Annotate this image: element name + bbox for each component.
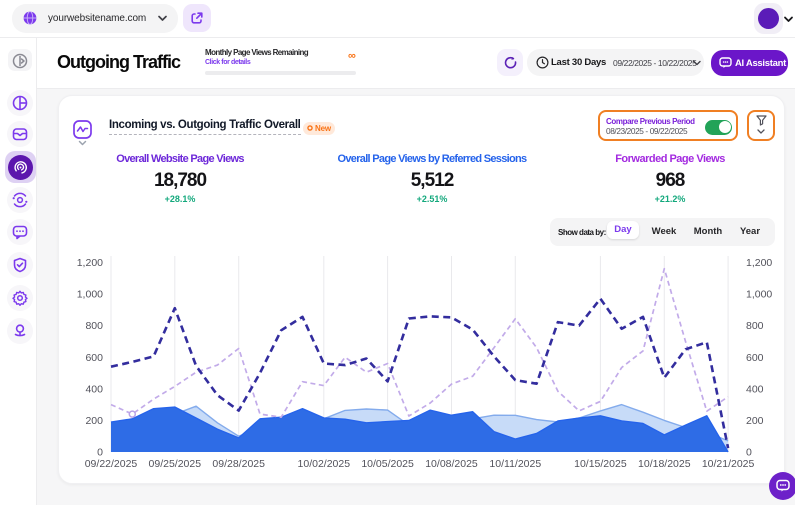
svg-text:1,000: 1,000 [746, 289, 772, 301]
svg-text:09/25/2025: 09/25/2025 [149, 458, 202, 470]
svg-text:200: 200 [746, 415, 764, 427]
svg-text:400: 400 [85, 383, 103, 395]
svg-text:10/15/2025: 10/15/2025 [574, 458, 627, 470]
svg-text:800: 800 [85, 320, 103, 332]
svg-text:200: 200 [85, 415, 103, 427]
svg-text:10/08/2025: 10/08/2025 [425, 458, 478, 470]
svg-text:600: 600 [746, 352, 764, 364]
svg-text:400: 400 [746, 383, 764, 395]
svg-text:09/22/2025: 09/22/2025 [85, 458, 138, 470]
svg-text:800: 800 [746, 320, 764, 332]
svg-text:1,200: 1,200 [77, 257, 103, 269]
svg-text:1,000: 1,000 [77, 289, 103, 301]
svg-text:10/18/2025: 10/18/2025 [638, 458, 691, 470]
svg-text:10/05/2025: 10/05/2025 [361, 458, 414, 470]
svg-text:0: 0 [97, 447, 103, 459]
svg-text:0: 0 [746, 447, 752, 459]
svg-text:10/11/2025: 10/11/2025 [489, 458, 541, 470]
svg-text:10/21/2025: 10/21/2025 [702, 458, 755, 470]
svg-text:1,200: 1,200 [746, 257, 772, 269]
svg-text:600: 600 [85, 352, 103, 364]
svg-text:09/28/2025: 09/28/2025 [212, 458, 265, 470]
svg-text:10/02/2025: 10/02/2025 [298, 458, 351, 470]
